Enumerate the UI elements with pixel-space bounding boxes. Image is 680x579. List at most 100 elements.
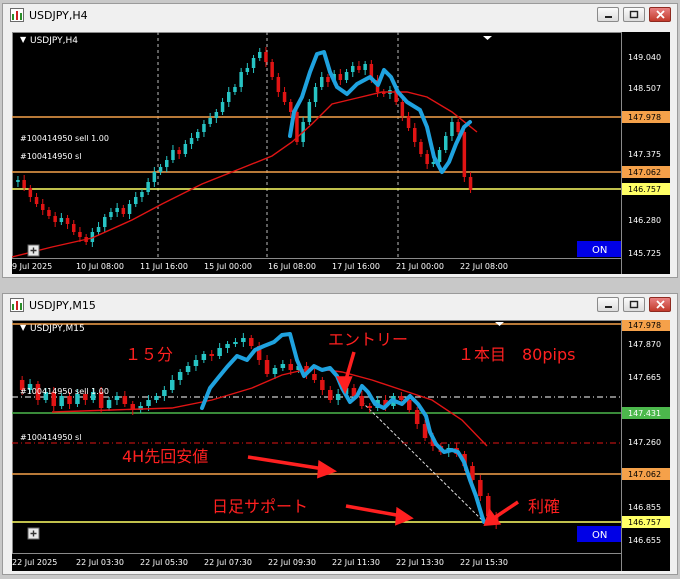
svg-text:21 Jul 00:00: 21 Jul 00:00 — [396, 262, 444, 271]
candle-body — [338, 74, 343, 80]
candle-body — [328, 390, 333, 400]
candle-body — [59, 396, 64, 406]
candle-body — [437, 150, 442, 162]
candle-body — [313, 87, 318, 102]
chart-plot-h4[interactable]: ▼ USDJPY,H4 #100414950 sell 1.00 #100414… — [12, 32, 670, 274]
candle-body — [312, 374, 317, 380]
drawn-trace-line — [288, 50, 472, 174]
annotation-take-profit: 利確 — [528, 497, 560, 516]
close-button[interactable] — [649, 297, 671, 312]
candle-body — [140, 192, 144, 197]
order-label: #100414950 sell 1.00 — [20, 387, 109, 396]
price-axis: 147.870 147.665 147.260 146.855 146.655 — [628, 340, 661, 545]
candle-body — [158, 167, 163, 172]
svg-text:147.870: 147.870 — [628, 340, 661, 349]
candle-body — [183, 144, 188, 154]
price-tag-label: 147.062 — [628, 470, 661, 479]
candle-body — [47, 210, 51, 216]
candle-body — [414, 410, 420, 424]
price-axis: 149.040 148.507 147.375 146.280 145.725 — [628, 53, 661, 258]
candle-body — [239, 72, 243, 87]
candle-body — [289, 102, 293, 112]
chart-canvas-h4[interactable]: ▼ USDJPY,H4 #100414950 sell 1.00 #100414… — [12, 32, 670, 274]
on-button-label: ON — [592, 245, 607, 256]
sl-label: #100414950 sl — [20, 152, 81, 161]
chart-window-h4[interactable]: USDJPY,H4 ▼ USDJPY,H4 #100414950 sell 1.… — [2, 3, 678, 278]
svg-text:22 Jul 13:30: 22 Jul 13:30 — [396, 558, 444, 567]
candle-body — [288, 364, 293, 370]
candle-body — [351, 66, 355, 72]
sl-label: #100414950 sl — [20, 433, 81, 442]
minimize-button[interactable] — [597, 297, 619, 312]
triangle-icon: ▼ — [20, 323, 27, 332]
chart-label: USDJPY,M15 — [30, 324, 85, 334]
candle-body — [165, 160, 169, 167]
minimize-button[interactable] — [597, 7, 619, 22]
chart-canvas-m15[interactable]: １５分 エントリー １本目 80pips 4H先回安値 日足サポート 利確 ▼ … — [12, 320, 670, 571]
candle-body — [146, 182, 150, 192]
candle-body — [241, 338, 246, 342]
minimize-icon — [604, 16, 612, 18]
candle-body — [127, 204, 132, 214]
restore-button[interactable] — [623, 297, 645, 312]
svg-text:22 Jul 03:30: 22 Jul 03:30 — [76, 558, 124, 567]
candle-body — [264, 52, 268, 62]
svg-text:146.280: 146.280 — [628, 216, 661, 225]
svg-text:22 Jul 09:30: 22 Jul 09:30 — [268, 558, 316, 567]
candle-body — [67, 396, 72, 404]
time-axis: 9 Jul 2025 10 Jul 08:00 11 Jul 16:00 15 … — [12, 262, 508, 271]
candle-body — [367, 406, 372, 408]
candle-body — [177, 372, 183, 380]
chart-plot-m15[interactable]: １５分 エントリー １本目 80pips 4H先回安値 日足サポート 利確 ▼ … — [12, 320, 670, 571]
close-button[interactable] — [649, 7, 671, 22]
candle-body — [419, 142, 423, 154]
annotation-entry: エントリー — [328, 330, 408, 349]
on-button-label: ON — [592, 530, 607, 541]
svg-text:22 Jul 15:30: 22 Jul 15:30 — [460, 558, 508, 567]
candle-body — [407, 400, 412, 410]
svg-text:149.040: 149.040 — [628, 53, 661, 62]
candle-body — [185, 366, 191, 372]
candle-body — [208, 118, 212, 124]
price-tag-label: 147.978 — [628, 321, 661, 330]
candle-body — [280, 364, 286, 368]
candle-body — [344, 72, 349, 80]
price-tag-label: 147.978 — [628, 113, 661, 122]
annotation-15min: １５分 — [125, 345, 173, 364]
candle-body — [109, 212, 113, 217]
candle-body — [245, 68, 250, 72]
svg-text:16 Jul 08:00: 16 Jul 08:00 — [268, 262, 316, 271]
svg-text:22 Jul 05:30: 22 Jul 05:30 — [140, 558, 188, 567]
price-tag-label: 147.431 — [628, 409, 661, 418]
window-titlebar[interactable]: USDJPY,M15 — [3, 294, 677, 316]
close-icon — [655, 10, 665, 19]
candle-body — [106, 400, 112, 408]
window-titlebar[interactable]: USDJPY,H4 — [3, 4, 677, 26]
candle-body — [233, 87, 237, 92]
price-tag-label: 147.062 — [628, 168, 661, 177]
candle-body — [78, 232, 82, 237]
minimize-icon — [604, 306, 612, 308]
candle-body — [468, 177, 473, 190]
window-title: USDJPY,H4 — [29, 8, 88, 22]
candle-body — [209, 354, 214, 356]
candle-body — [444, 136, 448, 150]
svg-text:22 Jul 11:30: 22 Jul 11:30 — [332, 558, 380, 567]
price-tag-label: 146.757 — [628, 185, 661, 194]
candle-body — [53, 216, 57, 222]
candle-body — [121, 208, 126, 214]
candle-body — [152, 172, 157, 182]
candle-body — [413, 128, 417, 142]
chart-window-m15[interactable]: USDJPY,M15 １５分 エントリー １本目 80pips 4H先回安値 日… — [2, 293, 678, 575]
svg-text:147.375: 147.375 — [628, 150, 661, 159]
chart-shift-marker[interactable] — [483, 36, 492, 40]
candle-body — [270, 62, 274, 77]
candle-body — [114, 396, 120, 400]
candle-body — [335, 394, 341, 400]
order-label: #100414950 sell 1.00 — [20, 134, 109, 143]
restore-button[interactable] — [623, 7, 645, 22]
candle-body — [450, 122, 454, 136]
candle-body — [193, 360, 199, 366]
candle-body — [363, 64, 367, 70]
candle-body — [177, 150, 181, 154]
